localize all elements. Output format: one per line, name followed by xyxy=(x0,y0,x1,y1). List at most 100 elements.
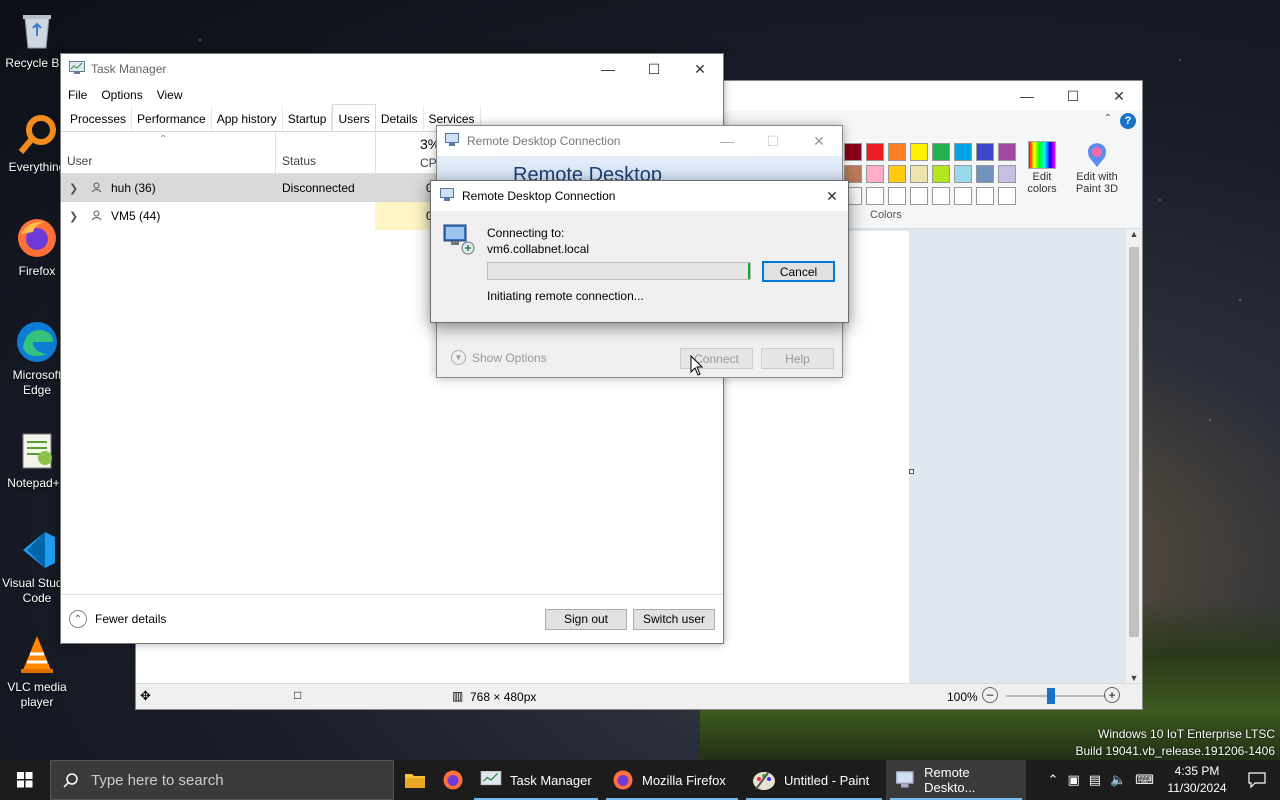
user-name: VM5 (44) xyxy=(111,209,161,223)
expand-chevron-icon[interactable]: ❯ xyxy=(69,182,78,195)
network-icon[interactable]: ▣ xyxy=(1067,772,1079,788)
collapse-ribbon-icon[interactable]: ⌃ xyxy=(1104,113,1112,124)
menu-file[interactable]: File xyxy=(68,88,87,102)
scroll-down-icon[interactable]: ▼ xyxy=(1126,673,1142,683)
color-swatch[interactable] xyxy=(888,165,906,183)
tab-startup[interactable]: Startup xyxy=(283,106,333,132)
minimize-button[interactable]: — xyxy=(1004,81,1050,111)
sign-out-button[interactable]: Sign out xyxy=(545,608,627,630)
color-swatch[interactable] xyxy=(910,187,928,205)
tab-users[interactable]: Users xyxy=(332,104,376,131)
switch-user-button[interactable]: Switch user xyxy=(633,608,715,630)
volume-muted-icon[interactable]: 🔈 xyxy=(1110,772,1126,788)
zoom-slider-thumb[interactable] xyxy=(1047,688,1055,704)
taskbar-app-firefox[interactable]: Mozilla Firefox xyxy=(602,760,742,800)
color-swatch[interactable] xyxy=(976,187,994,205)
color-swatch[interactable] xyxy=(866,165,884,183)
tab-details[interactable]: Details xyxy=(376,106,424,132)
clock[interactable]: 4:35 PM 11/30/2024 xyxy=(1160,763,1234,797)
remote-computer-icon xyxy=(443,223,475,258)
color-swatch[interactable] xyxy=(866,143,884,161)
edit-paint3d-button[interactable]: Edit with Paint 3D xyxy=(1072,141,1122,195)
maximize-button[interactable]: ☐ xyxy=(631,54,677,84)
windows-logo-icon xyxy=(17,772,33,788)
taskbar-app-label: Untitled - Paint xyxy=(784,772,870,788)
edit-colors-button[interactable]: Edit colors xyxy=(1022,141,1062,195)
color-swatch[interactable] xyxy=(844,143,862,161)
expand-chevron-icon[interactable]: ❯ xyxy=(69,210,78,223)
rdc-connecting-titlebar[interactable]: Remote Desktop Connection ✕ xyxy=(431,181,848,211)
search-icon xyxy=(63,773,78,788)
color-swatch[interactable] xyxy=(888,143,906,161)
color-swatch[interactable] xyxy=(888,187,906,205)
tab-app-history[interactable]: App history xyxy=(212,106,283,132)
user-name: huh (36) xyxy=(111,181,156,195)
move-cursor-icon: ✥ xyxy=(140,688,151,703)
taskbar-search-box[interactable]: Type here to search xyxy=(50,760,394,800)
taskbar-app-remote-desktop[interactable]: Remote Deskto... xyxy=(886,760,1026,800)
zoom-slider[interactable] xyxy=(1006,695,1106,697)
rdc-connecting-dialog[interactable]: Remote Desktop Connection ✕ Connecting t… xyxy=(430,180,849,323)
close-button[interactable]: ✕ xyxy=(816,181,848,211)
color-swatch[interactable] xyxy=(866,187,884,205)
close-button[interactable]: ✕ xyxy=(677,54,723,84)
windows-build-watermark: Windows 10 IoT Enterprise LTSC Build 190… xyxy=(1076,726,1276,760)
taskbar-file-explorer[interactable] xyxy=(394,760,436,800)
color-swatch[interactable] xyxy=(910,165,928,183)
color-swatch[interactable] xyxy=(932,187,950,205)
color-swatch[interactable] xyxy=(976,143,994,161)
maximize-button[interactable]: ☐ xyxy=(750,126,796,156)
connection-info: Connecting to: vm6.collabnet.local xyxy=(487,225,589,257)
menu-options[interactable]: Options xyxy=(101,88,142,102)
window-title: Remote Desktop Connection xyxy=(462,189,616,203)
color-swatch[interactable] xyxy=(998,143,1016,161)
color-swatch[interactable] xyxy=(932,165,950,183)
sort-ascending-icon: ⌃ xyxy=(159,134,168,145)
color-swatch[interactable] xyxy=(932,143,950,161)
cancel-button[interactable]: Cancel xyxy=(762,261,835,282)
zoom-in-button[interactable]: + xyxy=(1104,687,1120,703)
close-button[interactable]: ✕ xyxy=(1096,81,1142,111)
color-swatch[interactable] xyxy=(998,165,1016,183)
minimize-button[interactable]: — xyxy=(704,126,750,156)
close-button[interactable]: ✕ xyxy=(796,126,842,156)
taskbar-app-paint[interactable]: Untitled - Paint xyxy=(742,760,886,800)
fewer-details-icon[interactable]: ⌃ xyxy=(69,610,87,628)
scroll-up-icon[interactable]: ▲ xyxy=(1126,229,1142,239)
color-swatch[interactable] xyxy=(998,187,1016,205)
zoom-out-button[interactable]: – xyxy=(982,687,998,703)
color-swatch[interactable] xyxy=(954,187,972,205)
taskbar-app-task-manager[interactable]: Task Manager xyxy=(470,760,602,800)
taskbar-firefox-pinned[interactable] xyxy=(436,760,470,800)
color-swatch[interactable] xyxy=(954,165,972,183)
color-palette[interactable] xyxy=(844,143,1016,205)
rdc-main-titlebar[interactable]: Remote Desktop Connection — ☐ ✕ xyxy=(437,126,842,156)
maximize-button[interactable]: ☐ xyxy=(1050,81,1096,111)
task-manager-titlebar[interactable]: Task Manager — ☐ ✕ xyxy=(61,54,723,84)
column-header-status[interactable]: Status xyxy=(282,154,316,168)
color-swatch[interactable] xyxy=(910,143,928,161)
scroll-thumb[interactable] xyxy=(1129,247,1139,637)
menu-view[interactable]: View xyxy=(157,88,183,102)
action-center-button[interactable] xyxy=(1234,760,1280,800)
column-header-user[interactable]: User xyxy=(67,154,92,168)
vertical-scrollbar[interactable]: ▲ ▼ xyxy=(1126,229,1142,683)
color-swatch[interactable] xyxy=(976,165,994,183)
show-options-toggle[interactable]: ▼ Show Options xyxy=(451,350,547,365)
watermark-edition: Windows 10 IoT Enterprise LTSC xyxy=(1098,727,1275,741)
canvas-resize-handle[interactable] xyxy=(909,469,914,474)
tab-performance[interactable]: Performance xyxy=(132,106,212,132)
tab-processes[interactable]: Processes xyxy=(65,106,133,132)
minimize-button[interactable]: — xyxy=(585,54,631,84)
ethernet-icon[interactable]: ▤ xyxy=(1089,772,1101,788)
keyboard-icon[interactable]: ⌨ xyxy=(1135,772,1154,788)
start-button[interactable] xyxy=(0,760,50,800)
color-swatch[interactable] xyxy=(954,143,972,161)
firefox-icon xyxy=(613,770,633,790)
help-button[interactable]: Help xyxy=(761,348,834,369)
remote-desktop-icon xyxy=(896,771,914,788)
help-icon[interactable]: ? xyxy=(1120,113,1136,129)
fewer-details-link[interactable]: Fewer details xyxy=(95,612,166,626)
connecting-to-label: Connecting to: xyxy=(487,226,565,240)
show-hidden-icons-icon[interactable]: ⌃ xyxy=(1048,772,1059,788)
